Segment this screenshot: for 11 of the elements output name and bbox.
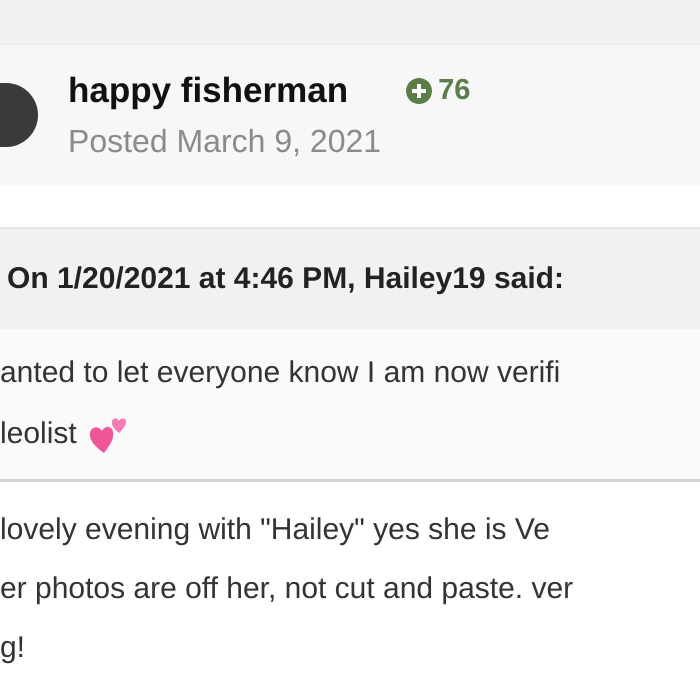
quote-text: anted to let everyone know I am now verifi <box>0 355 560 391</box>
post-date: Posted March 9, 2021 <box>68 122 382 160</box>
reputation-count: 76 <box>406 74 470 107</box>
post-text: er photos are off her, not cut and paste. ver <box>0 571 574 607</box>
quote-citation: On 1/20/2021 at 4:46 PM, Hailey19 said: <box>7 262 564 296</box>
post-text: g! <box>0 630 26 666</box>
quote-text: leolist <box>0 416 77 452</box>
post-text: lovely evening with "Hailey" yes she is Ve <box>0 512 550 548</box>
plus-circle-icon <box>406 78 432 104</box>
avatar <box>0 83 38 147</box>
author-name[interactable]: happy fisherman <box>68 70 348 110</box>
